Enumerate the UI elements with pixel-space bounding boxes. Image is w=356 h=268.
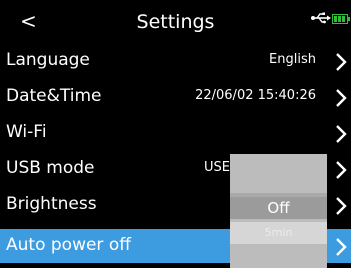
settings-screen: < Settings Language English Date&Time 22… [0, 0, 351, 268]
page-title: Settings [136, 11, 215, 33]
settings-row-language[interactable]: Language English [0, 44, 351, 78]
setting-value: 22/06/02 15:40:26 [195, 88, 316, 103]
setting-label: Wi-Fi [6, 122, 47, 142]
setting-label: Date&Time [6, 86, 102, 106]
picker-option-selected[interactable]: Off [230, 197, 327, 219]
chevron-right-icon [336, 161, 347, 179]
setting-label: Language [6, 50, 90, 70]
setting-value: English [269, 52, 316, 67]
chevron-right-icon [336, 197, 347, 215]
chevron-right-icon [336, 89, 347, 107]
setting-label: Auto power off [6, 235, 131, 255]
settings-row-wifi[interactable]: Wi-Fi [0, 116, 351, 150]
chevron-right-icon [336, 238, 347, 256]
settings-row-date-time[interactable]: Date&Time 22/06/02 15:40:26 [0, 80, 351, 114]
usb-icon [311, 12, 331, 24]
battery-icon [332, 14, 350, 24]
header-bar: < Settings [0, 0, 351, 44]
option-picker-popup: Off 5min [230, 154, 327, 268]
setting-label: USB mode [6, 158, 95, 178]
chevron-right-icon [336, 125, 347, 143]
setting-label: Brightness [6, 194, 97, 214]
chevron-right-icon [336, 53, 347, 71]
status-icons [310, 11, 350, 27]
picker-option-next[interactable]: 5min [230, 222, 327, 244]
setting-value: USE [204, 160, 230, 175]
